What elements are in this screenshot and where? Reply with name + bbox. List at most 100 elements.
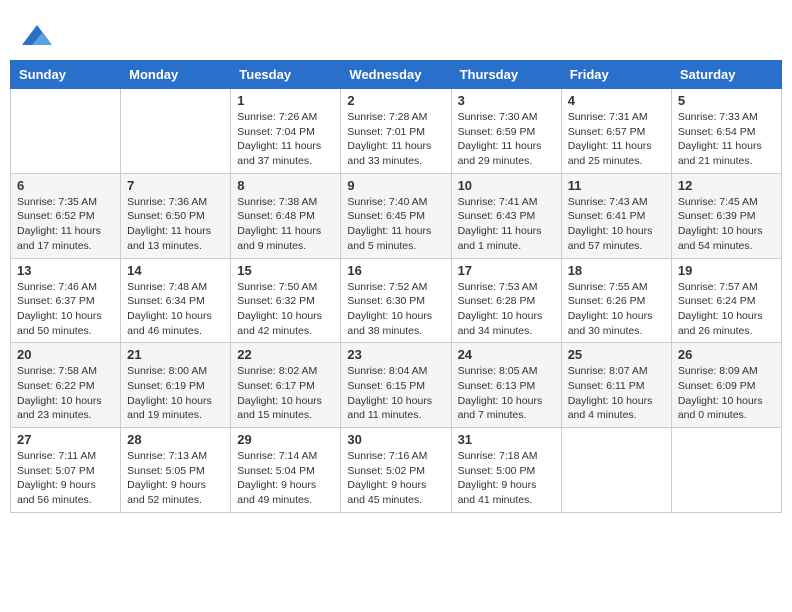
calendar-cell: 1 Sunrise: 7:26 AM Sunset: 7:04 PM Daylig… <box>231 89 341 174</box>
calendar-cell: 14Sunrise: 7:48 AM Sunset: 6:34 PM Dayli… <box>121 258 231 343</box>
calendar-table: SundayMondayTuesdayWednesdayThursdayFrid… <box>10 60 782 513</box>
calendar-cell: 19 Sunrise: 7:57 AM Sunset: 6:24 PM Dayli… <box>671 258 781 343</box>
cell-content: Sunrise: 7:46 AM Sunset: 6:37 PM Dayligh… <box>17 280 114 339</box>
calendar-week-2: 6 Sunrise: 7:35 AM Sunset: 6:52 PM Daylig… <box>11 173 782 258</box>
day-number: 31 <box>458 432 555 447</box>
calendar-cell: 4 Sunrise: 7:31 AM Sunset: 6:57 PM Daylig… <box>561 89 671 174</box>
day-header-sunday: Sunday <box>11 61 121 89</box>
day-number: 4 <box>568 93 665 108</box>
calendar-cell: 16Sunrise: 7:52 AM Sunset: 6:30 PM Dayli… <box>341 258 451 343</box>
cell-content: Sunrise: 7:58 AM Sunset: 6:22 PM Dayligh… <box>17 364 114 423</box>
day-number: 18 <box>568 263 665 278</box>
day-number: 9 <box>347 178 444 193</box>
day-number: 28 <box>127 432 224 447</box>
cell-content: Sunrise: 7:13 AM Sunset: 5:05 PM Dayligh… <box>127 449 224 508</box>
day-header-monday: Monday <box>121 61 231 89</box>
calendar-cell: 20 Sunrise: 7:58 AM Sunset: 6:22 PM Dayli… <box>11 343 121 428</box>
calendar-cell: 18 Sunrise: 7:55 AM Sunset: 6:26 PM Dayli… <box>561 258 671 343</box>
cell-content: Sunrise: 7:33 AM Sunset: 6:54 PM Dayligh… <box>678 110 775 169</box>
calendar-cell: 23Sunrise: 8:04 AM Sunset: 6:15 PM Dayli… <box>341 343 451 428</box>
day-number: 26 <box>678 347 775 362</box>
calendar-week-1: 1 Sunrise: 7:26 AM Sunset: 7:04 PM Daylig… <box>11 89 782 174</box>
calendar-cell: 13 Sunrise: 7:46 AM Sunset: 6:37 PM Dayli… <box>11 258 121 343</box>
day-number: 17 <box>458 263 555 278</box>
cell-content: Sunrise: 8:09 AM Sunset: 6:09 PM Dayligh… <box>678 364 775 423</box>
calendar-cell: 29 Sunrise: 7:14 AM Sunset: 5:04 PM Dayli… <box>231 428 341 513</box>
day-header-saturday: Saturday <box>671 61 781 89</box>
cell-content: Sunrise: 7:18 AM Sunset: 5:00 PM Dayligh… <box>458 449 555 508</box>
cell-content: Sunrise: 7:35 AM Sunset: 6:52 PM Dayligh… <box>17 195 114 254</box>
day-number: 20 <box>17 347 114 362</box>
day-number: 13 <box>17 263 114 278</box>
day-number: 25 <box>568 347 665 362</box>
cell-content: Sunrise: 7:38 AM Sunset: 6:48 PM Dayligh… <box>237 195 334 254</box>
cell-content: Sunrise: 7:16 AM Sunset: 5:02 PM Dayligh… <box>347 449 444 508</box>
cell-content: Sunrise: 7:53 AM Sunset: 6:28 PM Dayligh… <box>458 280 555 339</box>
cell-content: Sunrise: 7:31 AM Sunset: 6:57 PM Dayligh… <box>568 110 665 169</box>
page-header <box>10 10 782 55</box>
day-number: 7 <box>127 178 224 193</box>
day-number: 6 <box>17 178 114 193</box>
day-number: 22 <box>237 347 334 362</box>
calendar-cell: 8 Sunrise: 7:38 AM Sunset: 6:48 PM Daylig… <box>231 173 341 258</box>
calendar-cell: 7 Sunrise: 7:36 AM Sunset: 6:50 PM Daylig… <box>121 173 231 258</box>
day-number: 19 <box>678 263 775 278</box>
day-number: 27 <box>17 432 114 447</box>
cell-content: Sunrise: 8:02 AM Sunset: 6:17 PM Dayligh… <box>237 364 334 423</box>
calendar-cell: 15 Sunrise: 7:50 AM Sunset: 6:32 PM Dayli… <box>231 258 341 343</box>
calendar-cell: 17 Sunrise: 7:53 AM Sunset: 6:28 PM Dayli… <box>451 258 561 343</box>
calendar-cell: 3 Sunrise: 7:30 AM Sunset: 6:59 PM Daylig… <box>451 89 561 174</box>
day-number: 8 <box>237 178 334 193</box>
calendar-cell: 11Sunrise: 7:43 AM Sunset: 6:41 PM Dayli… <box>561 173 671 258</box>
calendar-cell: 2 Sunrise: 7:28 AM Sunset: 7:01 PM Daylig… <box>341 89 451 174</box>
cell-content: Sunrise: 7:26 AM Sunset: 7:04 PM Dayligh… <box>237 110 334 169</box>
calendar-cell <box>671 428 781 513</box>
cell-content: Sunrise: 7:28 AM Sunset: 7:01 PM Dayligh… <box>347 110 444 169</box>
calendar-cell <box>561 428 671 513</box>
calendar-cell: 31 Sunrise: 7:18 AM Sunset: 5:00 PM Dayli… <box>451 428 561 513</box>
calendar-cell: 6 Sunrise: 7:35 AM Sunset: 6:52 PM Daylig… <box>11 173 121 258</box>
cell-content: Sunrise: 7:45 AM Sunset: 6:39 PM Dayligh… <box>678 195 775 254</box>
day-header-friday: Friday <box>561 61 671 89</box>
day-number: 11 <box>568 178 665 193</box>
cell-content: Sunrise: 7:30 AM Sunset: 6:59 PM Dayligh… <box>458 110 555 169</box>
day-number: 21 <box>127 347 224 362</box>
calendar-cell: 10 Sunrise: 7:41 AM Sunset: 6:43 PM Dayli… <box>451 173 561 258</box>
calendar-cell: 9Sunrise: 7:40 AM Sunset: 6:45 PM Daylig… <box>341 173 451 258</box>
day-header-tuesday: Tuesday <box>231 61 341 89</box>
cell-content: Sunrise: 7:14 AM Sunset: 5:04 PM Dayligh… <box>237 449 334 508</box>
cell-content: Sunrise: 7:41 AM Sunset: 6:43 PM Dayligh… <box>458 195 555 254</box>
calendar-cell: 12 Sunrise: 7:45 AM Sunset: 6:39 PM Dayli… <box>671 173 781 258</box>
day-number: 30 <box>347 432 444 447</box>
cell-content: Sunrise: 8:04 AM Sunset: 6:15 PM Dayligh… <box>347 364 444 423</box>
cell-content: Sunrise: 8:00 AM Sunset: 6:19 PM Dayligh… <box>127 364 224 423</box>
day-number: 3 <box>458 93 555 108</box>
day-number: 10 <box>458 178 555 193</box>
calendar-cell <box>11 89 121 174</box>
day-header-wednesday: Wednesday <box>341 61 451 89</box>
calendar-cell: 22 Sunrise: 8:02 AM Sunset: 6:17 PM Dayli… <box>231 343 341 428</box>
calendar-cell: 28 Sunrise: 7:13 AM Sunset: 5:05 PM Dayli… <box>121 428 231 513</box>
calendar-cell: 24Sunrise: 8:05 AM Sunset: 6:13 PM Dayli… <box>451 343 561 428</box>
day-number: 2 <box>347 93 444 108</box>
cell-content: Sunrise: 8:07 AM Sunset: 6:11 PM Dayligh… <box>568 364 665 423</box>
calendar-week-5: 27 Sunrise: 7:11 AM Sunset: 5:07 PM Dayli… <box>11 428 782 513</box>
cell-content: Sunrise: 8:05 AM Sunset: 6:13 PM Dayligh… <box>458 364 555 423</box>
day-number: 1 <box>237 93 334 108</box>
cell-content: Sunrise: 7:55 AM Sunset: 6:26 PM Dayligh… <box>568 280 665 339</box>
cell-content: Sunrise: 7:36 AM Sunset: 6:50 PM Dayligh… <box>127 195 224 254</box>
day-number: 12 <box>678 178 775 193</box>
cell-content: Sunrise: 7:50 AM Sunset: 6:32 PM Dayligh… <box>237 280 334 339</box>
cell-content: Sunrise: 7:52 AM Sunset: 6:30 PM Dayligh… <box>347 280 444 339</box>
day-number: 29 <box>237 432 334 447</box>
logo <box>20 20 52 50</box>
calendar-cell: 5 Sunrise: 7:33 AM Sunset: 6:54 PM Daylig… <box>671 89 781 174</box>
day-number: 5 <box>678 93 775 108</box>
calendar-body: 1 Sunrise: 7:26 AM Sunset: 7:04 PM Daylig… <box>11 89 782 513</box>
calendar-cell <box>121 89 231 174</box>
cell-content: Sunrise: 7:57 AM Sunset: 6:24 PM Dayligh… <box>678 280 775 339</box>
cell-content: Sunrise: 7:11 AM Sunset: 5:07 PM Dayligh… <box>17 449 114 508</box>
day-number: 15 <box>237 263 334 278</box>
calendar-cell: 26 Sunrise: 8:09 AM Sunset: 6:09 PM Dayli… <box>671 343 781 428</box>
calendar-cell: 21 Sunrise: 8:00 AM Sunset: 6:19 PM Dayli… <box>121 343 231 428</box>
